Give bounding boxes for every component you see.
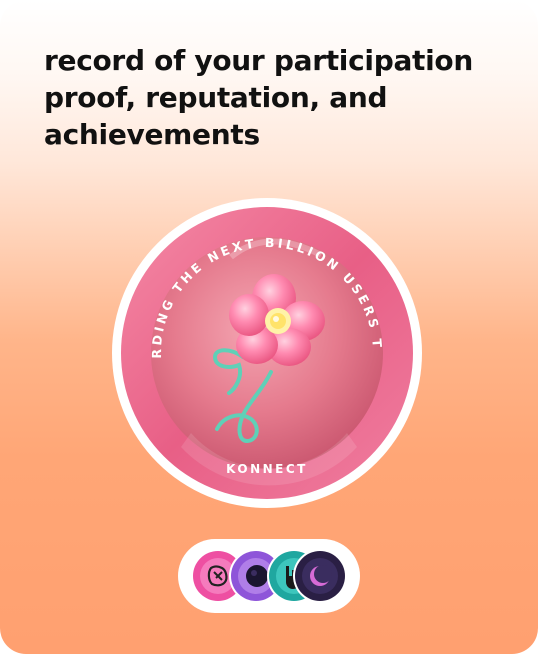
badge-brand: KONNECT xyxy=(226,462,308,476)
badge-card: record of your participation proof, repu… xyxy=(0,0,538,654)
badge-collection[interactable] xyxy=(178,539,360,613)
konnect-badge[interactable]: ONBOARDING THE NEXT BILLION USERS TO WEB… xyxy=(111,197,423,509)
crescent-icon xyxy=(293,549,347,603)
badge-graphic: ONBOARDING THE NEXT BILLION USERS TO WEB… xyxy=(111,197,422,508)
card-heading: record of your participation proof, repu… xyxy=(44,44,473,151)
mini-badge-crescent[interactable] xyxy=(292,548,348,604)
